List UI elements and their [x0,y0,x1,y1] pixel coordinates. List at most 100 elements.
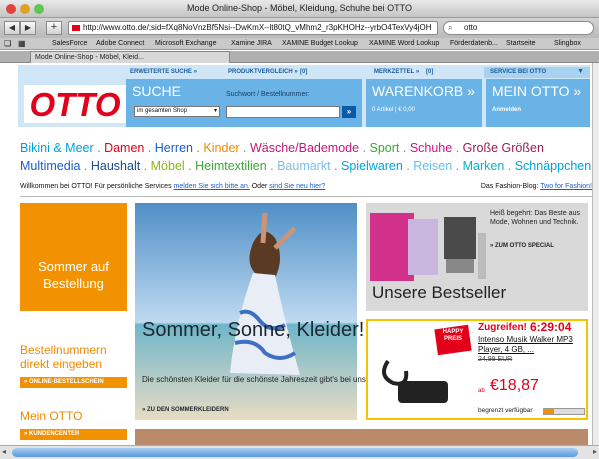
suche-title: SUCHE [132,83,182,99]
service-tab[interactable]: SERVICE BEI OTTO ▼ [484,67,590,78]
login-link[interactable]: Anmelden [492,107,521,113]
bookmark-item[interactable]: SalesForce [52,38,87,49]
bookmark-item[interactable]: Startseite [506,38,536,49]
category-link[interactable]: Bikini & Meer [20,141,94,155]
category-link[interactable]: Wäsche/Bademode [250,141,359,155]
bestseller-teaser-text: Heiß begehrt: Das Beste aus Mode, Wohnen… [490,210,580,226]
bookmark-item[interactable]: XAMINE Budget Lookup [282,38,358,49]
bookmark-item[interactable]: Microsoft Exchange [155,38,216,49]
availability-bar-fill [544,409,554,414]
horizontal-scrollbar[interactable]: ◂ ▸ [0,445,599,459]
register-link[interactable]: sind Sie neu hier? [269,183,325,190]
nav-merkzettel[interactable]: MERKZETTEL » [374,69,419,75]
otto-special-link[interactable]: » ZUM OTTO SPECIAL [490,243,554,249]
bookmark-item[interactable]: Adobe Connect [96,38,144,49]
suchwort-input[interactable] [226,106,340,118]
scroll-left-icon[interactable]: ◂ [2,447,6,456]
bestellnummern-heading: Bestellnummern direkt eingeben [20,343,107,371]
lower-teaser-strip [135,429,588,445]
category-separator: . [504,159,515,173]
summer-dress-hero-image[interactable] [135,203,357,420]
add-bookmark-button[interactable]: + [46,21,62,35]
sommer-teaser[interactable]: Sommer auf Bestellung [20,203,127,311]
chevron-down-icon: ▼ [577,68,584,75]
web-page: ERWEITERTE SUCHE » PRODUKTVERGLEICH » [0… [0,63,599,445]
bookmark-item[interactable]: Förderdatenb... [450,38,498,49]
back-button[interactable]: ◀ [4,21,20,35]
category-link[interactable]: Marken [463,159,505,173]
tab-otto[interactable]: Mode Online-Shop - Möbel, Kleid... [30,51,230,63]
search-icon: ⌕ [448,23,453,32]
tab-bar: Mode Online-Shop - Möbel, Kleid... [0,51,599,63]
category-link[interactable]: Sport [370,141,400,155]
category-link[interactable]: Schuhe [410,141,452,155]
url-text: http://www.otto.de/;sid=fXq8NoVnzBf5Nsi-… [83,23,432,32]
bookmark-item[interactable]: Slingbox [554,38,581,49]
search-field[interactable]: ⌕ otto [443,21,594,35]
divider [20,196,592,197]
bookmark-item[interactable]: XAMINE Word Lookup [369,38,439,49]
search-submit-button[interactable]: » [342,106,356,118]
chevron-down-icon: ▾ [213,108,217,114]
login-link[interactable]: melden Sie sich bitte an. [174,183,250,190]
category-link[interactable]: Große Größen [463,141,544,155]
hero-title: Sommer, Sonne, Kleider! [142,319,365,341]
online-bestellschein-button[interactable]: » ONLINE-BESTELLSCHEIN [20,377,127,388]
grid-icon[interactable]: ▦ [18,38,26,49]
deal-headline: Zugreifen! [478,322,527,333]
nav-produktvergleich[interactable]: PRODUKTVERGLEICH » [228,69,298,75]
vertical-scrollbar[interactable] [592,63,599,445]
category-link[interactable]: Haushalt [91,159,140,173]
bestseller-title: Unsere Bestseller [372,283,507,302]
category-separator: . [140,159,151,173]
category-link[interactable]: Heimtextilien [195,159,267,173]
service-label: SERVICE BEI OTTO [490,69,547,75]
fashion-blog-link[interactable]: Two for Fashion! [540,183,592,190]
scrollbar-thumb[interactable] [12,448,578,457]
search-scope-value: im gesamten Shop [137,108,188,114]
deal-availability: begrenzt verfügbar [478,407,533,414]
category-link[interactable]: Möbel [151,159,185,173]
deal-price-prefix: ab [478,388,485,394]
warenkorb-info: 0 Artikel | € 0,00 [372,107,415,113]
search-scope-select[interactable]: im gesamten Shop ▾ [134,106,220,117]
deal-product-link[interactable]: Intenso Musik Walker MP3 Player, 4 GB, .… [478,335,588,355]
warenkorb-panel[interactable]: WARENKORB » 0 Artikel | € 0,00 [366,79,482,127]
meinotto-title: MEIN OTTO » [492,83,582,99]
meinotto-panel[interactable]: MEIN OTTO » Anmelden [486,79,590,127]
category-separator: . [239,141,250,155]
bookmark-item[interactable]: Xamine JIRA [231,38,272,49]
book-icon[interactable]: ❑ [4,38,11,49]
happy-preis-badge: HAPPY PREIS [442,329,464,342]
category-separator: . [266,159,278,173]
url-field[interactable]: http://www.otto.de/;sid=fXq8NoVnzBf5Nsi-… [68,21,438,35]
browser-toolbar: ◀ ▶ + http://www.otto.de/;sid=fXq8NoVnzB… [0,18,599,38]
category-link[interactable]: Baumarkt [277,159,331,173]
category-separator: . [452,141,463,155]
category-link[interactable]: Herren [155,141,193,155]
hero-cta-link[interactable]: » ZU DEN SOMMERKLEIDERN [142,407,229,413]
category-separator: . [80,159,91,173]
scroll-right-icon[interactable]: ▸ [593,447,597,456]
deal-timer: 6:29:04 [530,320,572,334]
welcome-or: Oder [249,183,270,190]
forward-button[interactable]: ▶ [20,21,36,35]
category-link[interactable]: Spielwaren [341,159,403,173]
category-link[interactable]: Schnäppchen [515,159,591,173]
category-link[interactable]: Kinder [203,141,239,155]
bookmarks-bar: ❑ ▦ SalesForce Adobe Connect Microsoft E… [0,38,599,50]
category-link[interactable]: Damen [104,141,144,155]
nav-erweiterte-suche[interactable]: ERWEITERTE SUCHE » [130,69,197,75]
category-separator: . [330,159,341,173]
kundencenter-button[interactable]: » KUNDENCENTER [20,429,127,440]
title-bar: Mode Online-Shop - Möbel, Kleidung, Schu… [0,0,599,18]
category-link[interactable]: Multimedia [20,159,80,173]
category-row-2: Multimedia . Haushalt . Möbel . Heimtext… [20,157,595,175]
produktvergleich-count: [0] [300,69,308,75]
category-separator: . [93,141,105,155]
mein-otto-heading: Mein OTTO [20,409,83,423]
otto-logo[interactable]: OTTO [24,85,126,123]
category-link[interactable]: Reisen [413,159,452,173]
category-row-1: Bikini & Meer . Damen . Herren . Kinder … [20,139,595,157]
search-panel: SUCHE [126,79,362,127]
